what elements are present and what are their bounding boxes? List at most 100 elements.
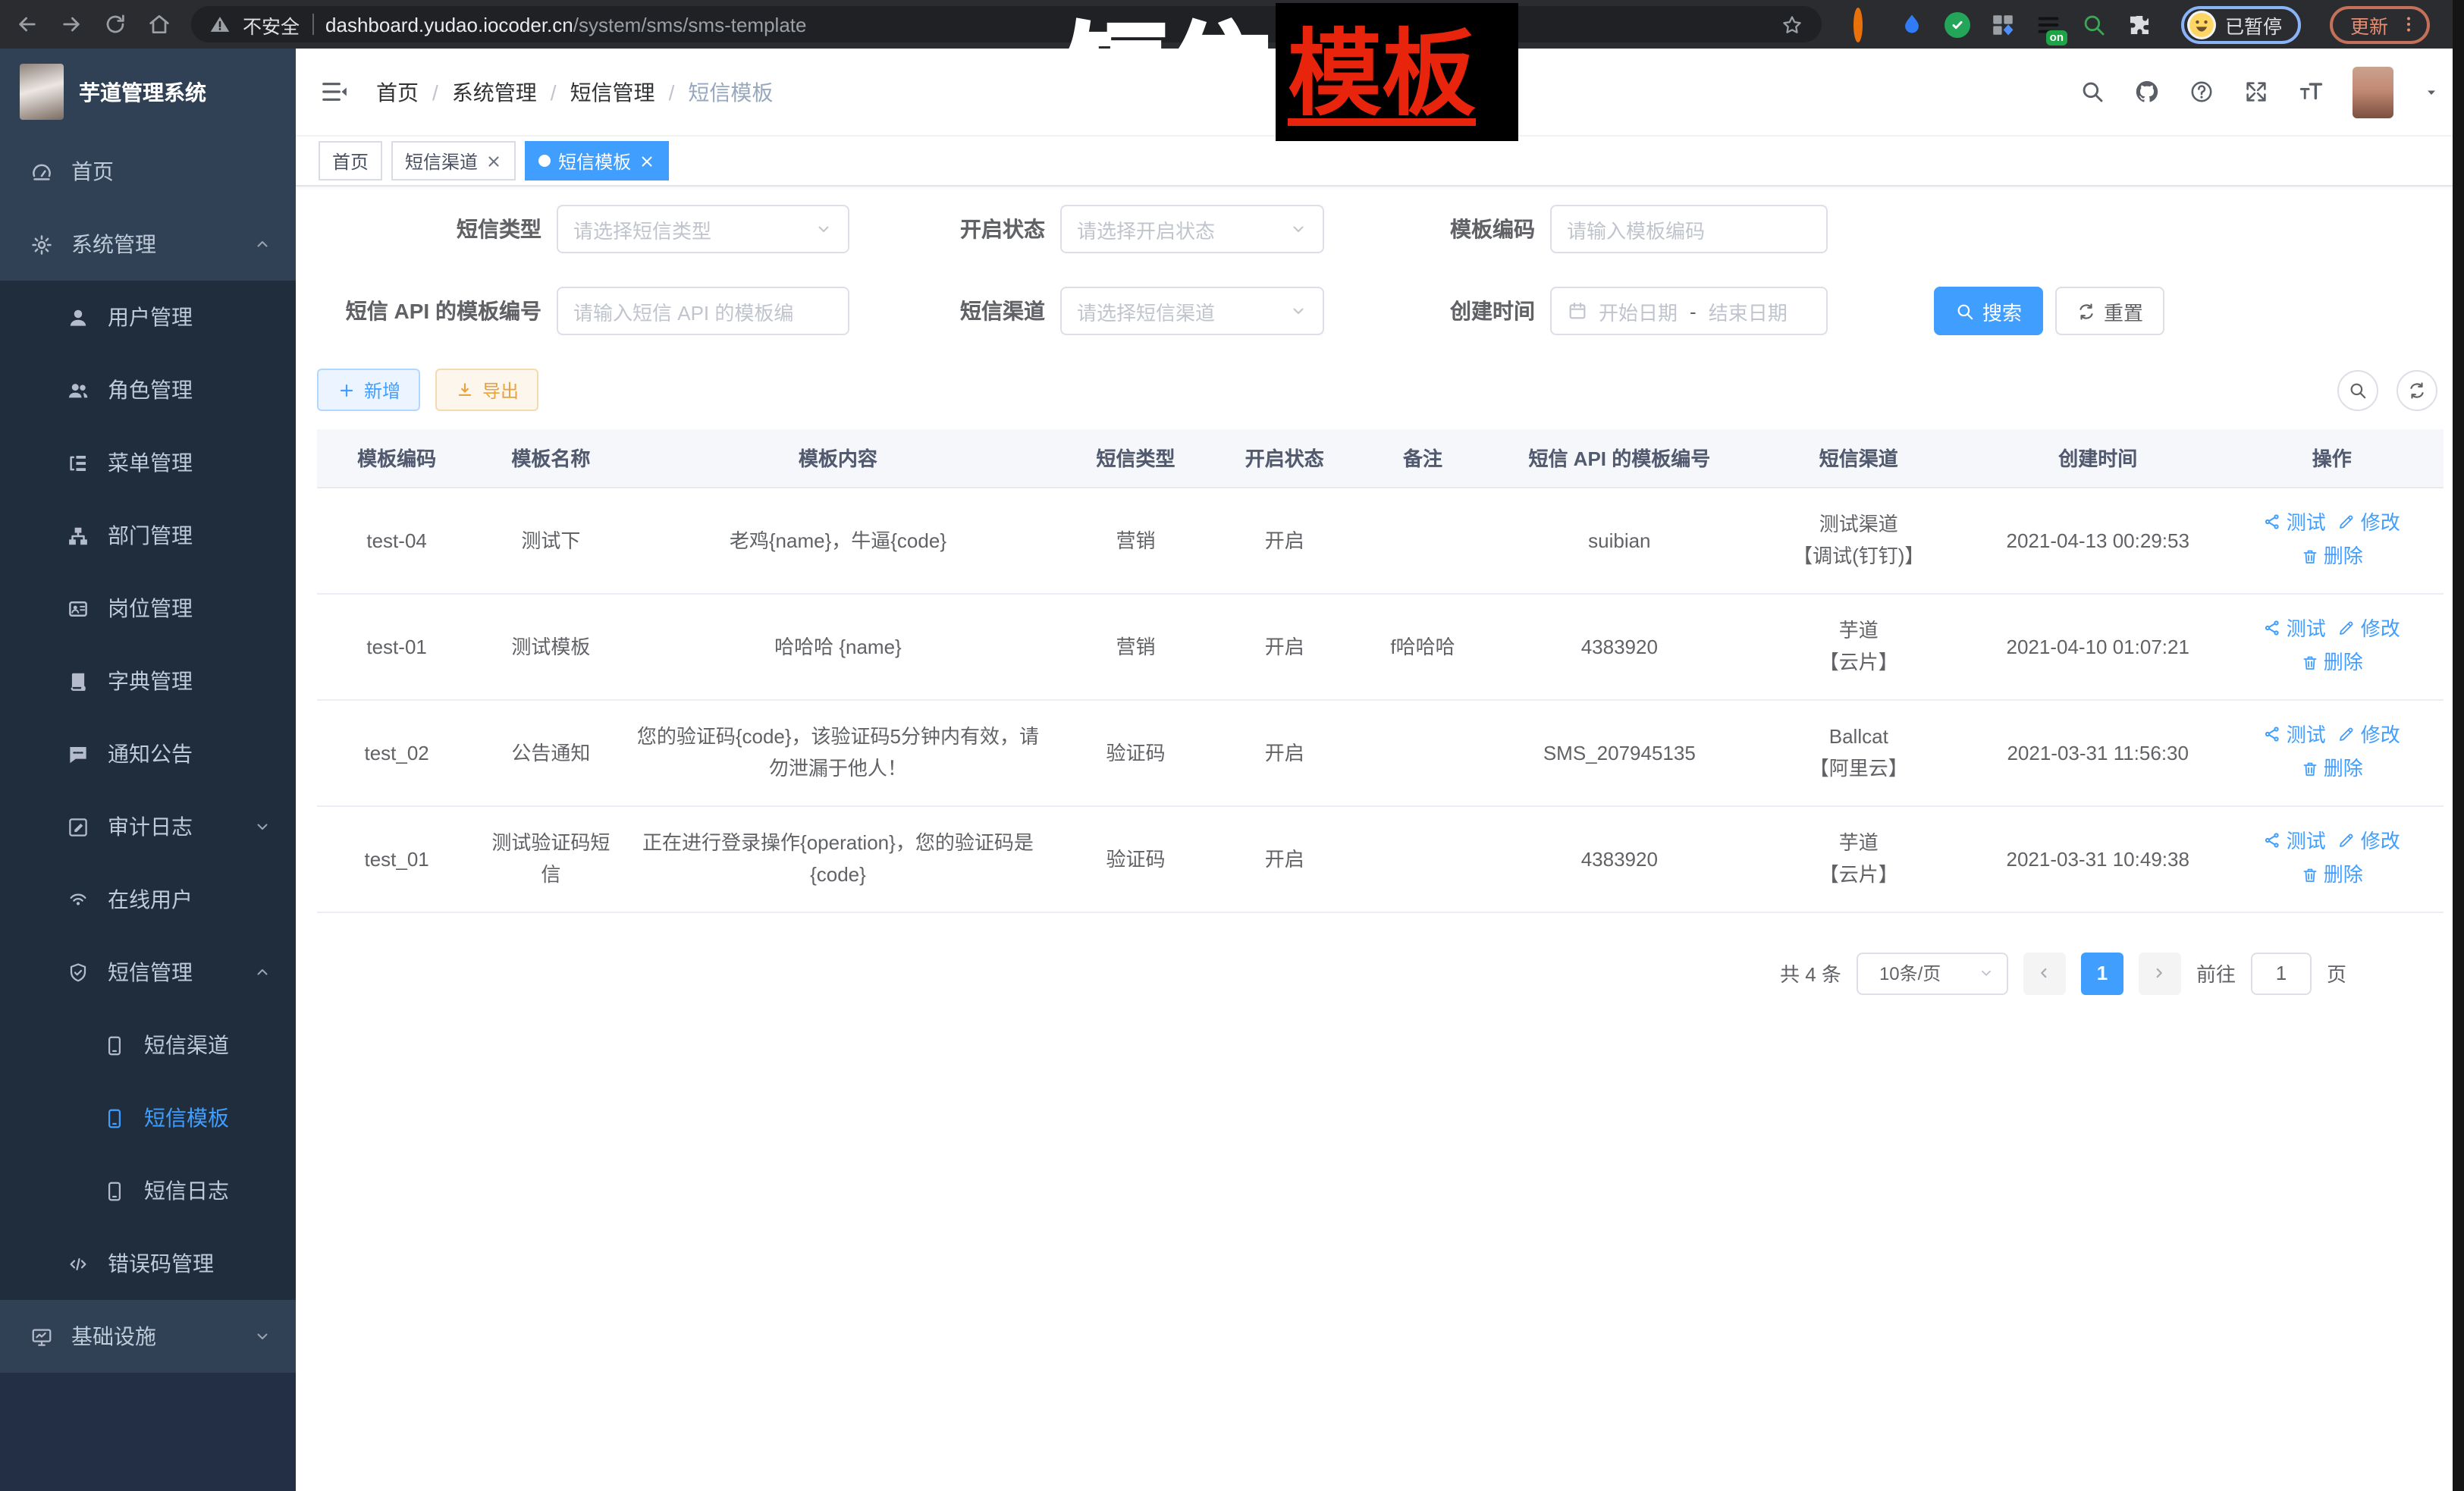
breadcrumb-item-home[interactable]: 首页 [376,77,419,107]
browser-menu-icon[interactable] [2399,14,2417,35]
cell-name: 测试模板 [476,593,625,699]
search-icon[interactable] [2079,79,2105,105]
sidebar-item-5[interactable]: 部门管理 [0,499,296,572]
cell-type: 验证码 [1050,699,1220,805]
edit-link[interactable]: 修改 [2338,506,2400,538]
close-icon[interactable] [639,152,655,169]
test-link[interactable]: 测试 [2264,824,2326,856]
delete-link[interactable]: 删除 [2301,540,2363,572]
user-avatar[interactable] [2353,66,2393,118]
search-extension-icon[interactable] [2081,11,2107,37]
apps-grid-extension-icon[interactable] [1990,11,2016,37]
goto-page-input[interactable] [2251,952,2312,994]
test-link[interactable]: 测试 [2264,506,2326,538]
fullscreen-icon[interactable] [2243,79,2269,105]
blue-drop-extension-icon[interactable] [1899,11,1925,37]
delete-link[interactable]: 删除 [2301,752,2363,784]
sidebar-item-2[interactable]: 用户管理 [0,281,296,353]
add-button[interactable]: 新增 [317,369,420,411]
caret-down-icon[interactable] [2422,83,2440,101]
sidebar-item-1[interactable]: 系统管理 [0,208,296,281]
forward-icon[interactable] [59,12,83,36]
sidebar-item-16[interactable]: 基础设施 [0,1300,296,1373]
sidebar-item-14[interactable]: 短信日志 [0,1154,296,1227]
test-link[interactable]: 测试 [2264,718,2326,750]
test-link[interactable]: 测试 [2264,612,2326,644]
prev-page-button[interactable] [2023,952,2066,994]
sidebar-item-11[interactable]: 短信管理 [0,936,296,1009]
sidebar-item-0[interactable]: 首页 [0,135,296,208]
channel-tag: 【云片】 [1751,646,1966,678]
template-code-input[interactable]: 请输入模板编码 [1550,205,1828,253]
address-bar[interactable]: 不安全 dashboard.yudao.iocoder.cn/system/sm… [191,6,1822,42]
scrollbar-strip[interactable] [2453,0,2464,1491]
menutree-icon [67,451,89,474]
channel-select[interactable]: 请选择短信渠道 [1060,287,1324,335]
green-check-extension-icon[interactable] [1945,11,1970,37]
delete-link[interactable]: 删除 [2301,859,2363,890]
api-template-id-input[interactable]: 请输入短信 API 的模板编 [557,287,849,335]
github-icon[interactable] [2134,79,2160,105]
orange-ring-extension-icon[interactable] [1853,11,1879,37]
url-path: /system/sms/sms-template [573,13,807,36]
filter-label: 模板编码 [1324,214,1550,244]
chevron-right-icon [2152,965,2168,981]
users-icon [67,378,89,401]
help-icon[interactable] [2189,79,2214,105]
breadcrumb-item-system[interactable]: 系统管理 [452,77,537,107]
page-number-1[interactable]: 1 [2081,952,2123,994]
tab-home[interactable]: 首页 [319,141,382,180]
delete-link[interactable]: 删除 [2301,646,2363,678]
puzzle-extensions-icon[interactable] [2127,11,2152,37]
sidebar-item-7[interactable]: 字典管理 [0,645,296,717]
sidebar-item-13[interactable]: 短信模板 [0,1081,296,1154]
date-range-picker[interactable]: 开始日期 - 结束日期 [1550,287,1828,335]
sidebar-item-12[interactable]: 短信渠道 [0,1009,296,1081]
reset-button[interactable]: 重置 [2055,287,2164,335]
tab-manager-extension-icon[interactable]: on [2036,11,2061,37]
table-toolbar: 新增 导出 [317,369,2444,411]
sidebar-item-9[interactable]: 审计日志 [0,790,296,863]
sidebar-item-6[interactable]: 岗位管理 [0,572,296,645]
tab-sms-template[interactable]: 短信模板 [525,141,669,180]
breadcrumb-item-sms[interactable]: 短信管理 [570,77,655,107]
sidebar-item-15[interactable]: 错误码管理 [0,1227,296,1300]
toggle-search-button[interactable] [2337,369,2378,410]
sidebar-item-label: 岗位管理 [108,593,193,623]
sidebar-item-3[interactable]: 角色管理 [0,353,296,426]
export-button[interactable]: 导出 [435,369,538,411]
close-icon[interactable] [485,152,502,169]
back-icon[interactable] [15,12,39,36]
search-button[interactable]: 搜索 [1934,287,2043,335]
next-page-button[interactable] [2139,952,2181,994]
font-size-icon[interactable] [2298,79,2324,105]
page-size-select[interactable]: 10条/页 [1857,952,2008,994]
edit-icon [2338,831,2356,849]
cell-channel: Ballcat【阿里云】 [1742,699,1976,805]
edit-link[interactable]: 修改 [2338,612,2400,644]
reload-icon[interactable] [103,12,127,36]
tab-sms-channel[interactable]: 短信渠道 [391,141,516,180]
chevron-down-icon [1978,965,1995,981]
update-label: 更新 [2350,10,2388,39]
sidebar-toggle-icon[interactable] [320,77,349,106]
search-icon [1955,301,1975,321]
sidebar-item-10[interactable]: 在线用户 [0,863,296,936]
bookmark-star-icon[interactable] [1781,13,1803,36]
app-logo[interactable]: 芋道管理系统 [0,49,296,135]
refresh-table-button[interactable] [2397,369,2437,410]
update-button[interactable]: 更新 [2329,5,2429,43]
edit-link[interactable]: 修改 [2338,718,2400,750]
home-icon[interactable] [147,12,171,36]
sidebar-item-8[interactable]: 通知公告 [0,717,296,790]
sidebar-item-label: 审计日志 [108,811,193,842]
profile-chip[interactable]: 已暂停 [2181,5,2300,43]
gear-icon [30,233,53,256]
cell-api_template_id: 4383920 [1497,593,1741,699]
status-select[interactable]: 请选择开启状态 [1060,205,1324,253]
edit-link[interactable]: 修改 [2338,824,2400,856]
sms-type-select[interactable]: 请选择短信类型 [557,205,849,253]
sidebar-item-4[interactable]: 菜单管理 [0,426,296,499]
cell-name: 测试下 [476,487,625,593]
channel-tag: 【云片】 [1751,859,1966,890]
